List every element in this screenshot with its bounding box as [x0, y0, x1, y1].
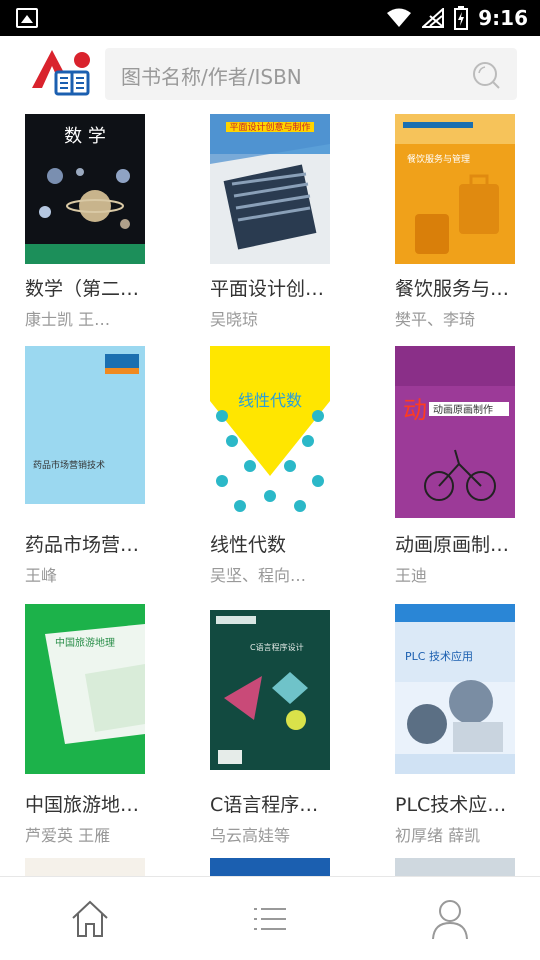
user-icon[interactable]	[430, 897, 470, 941]
book-cover[interactable]: 中国旅游地理	[25, 604, 145, 774]
book-title[interactable]: 数学（第二…	[25, 274, 139, 301]
book-author: 吴坚、程向…	[210, 566, 307, 585]
nav-home[interactable]	[68, 895, 112, 943]
book-card[interactable]	[395, 858, 540, 876]
book-cover[interactable]: 动 动画原画制作	[395, 346, 515, 518]
book-cover[interactable]: PLC 技术应用	[395, 604, 515, 774]
bottom-navigation	[0, 876, 540, 960]
book-title[interactable]: C语言程序…	[210, 790, 318, 817]
book-card[interactable]: PLC 技术应用 PLC技术应… 初厚绪 薛凯	[395, 604, 540, 845]
book-cover[interactable]: 线性代数	[210, 346, 330, 521]
book-author: 樊平、李琦	[395, 310, 476, 329]
header: 图书名称/作者/ISBN	[0, 36, 540, 112]
list-icon[interactable]	[252, 905, 288, 933]
book-title[interactable]: 平面设计创…	[210, 274, 324, 301]
home-icon[interactable]	[70, 898, 110, 940]
svg-text:药品市场营销技术: 药品市场营销技术	[33, 459, 105, 471]
search-icon[interactable]	[471, 60, 501, 90]
book-cover[interactable]: 平面设计创意与制作	[210, 114, 330, 264]
book-author: 芦爱英 王雁	[25, 826, 111, 845]
svg-text:餐饮服务与管理: 餐饮服务与管理	[407, 153, 470, 165]
book-card[interactable]: 药品市场营销技术 药品市场营… 王峰	[25, 346, 195, 586]
book-card[interactable]: 平面设计创意与制作 平面设计创… 吴晓琼	[210, 112, 380, 332]
no-signal-icon	[422, 8, 445, 28]
svg-text:平面设计创意与制作: 平面设计创意与制作	[229, 121, 310, 133]
status-bar: 9:16	[0, 0, 540, 36]
book-cover[interactable]: 药品市场营销技术	[25, 346, 145, 511]
nav-profile[interactable]	[428, 895, 472, 943]
book-card[interactable]: C语言程序设计 C语言程序… 乌云高娃等	[210, 604, 380, 845]
svg-text:PLC 技术应用: PLC 技术应用	[405, 649, 473, 663]
book-card[interactable]: 数 学 数学（第二… 康士凯 王…	[25, 112, 195, 332]
book-card[interactable]: 餐饮服务与管理 餐饮服务与… 樊平、李琦	[395, 112, 540, 332]
book-author: 王峰	[25, 566, 58, 585]
search-input[interactable]: 图书名称/作者/ISBN	[121, 61, 302, 90]
book-author: 吴晓琼	[210, 310, 259, 329]
book-title[interactable]: PLC技术应…	[395, 790, 506, 817]
svg-text:动: 动	[403, 396, 427, 424]
nav-catalog[interactable]	[248, 895, 292, 943]
book-card[interactable]	[210, 858, 380, 876]
search-bar[interactable]: 图书名称/作者/ISBN	[105, 48, 517, 100]
image-notification-icon	[16, 8, 38, 28]
book-title[interactable]: 动画原画制…	[395, 530, 509, 557]
svg-text:C语言程序设计: C语言程序设计	[250, 642, 304, 652]
book-card[interactable]	[25, 858, 195, 876]
status-time: 9:16	[478, 6, 528, 30]
book-card[interactable]: 动 动画原画制作 动画原画制… 王迪	[395, 346, 540, 586]
app-root: 9:16 图书名称/作者/ISBN 数 学 数学（第二… 康士凯 王… 平面设计…	[0, 0, 540, 960]
book-author: 王迪	[395, 566, 428, 585]
book-title[interactable]: 药品市场营…	[25, 530, 139, 557]
svg-text:动画原画制作: 动画原画制作	[433, 403, 493, 416]
svg-text:中国旅游地理: 中国旅游地理	[55, 636, 115, 649]
book-grid: 数 学 数学（第二… 康士凯 王… 平面设计创意与制作 平面设计创… 吴晓琼 餐…	[0, 112, 540, 876]
book-author: 乌云高娃等	[210, 826, 291, 845]
book-author: 初厚绪 薛凯	[395, 826, 481, 845]
wifi-icon	[387, 8, 412, 27]
book-cover[interactable]	[210, 858, 330, 876]
book-cover[interactable]: 餐饮服务与管理	[395, 114, 515, 264]
book-author: 康士凯 王…	[25, 310, 111, 329]
book-cover[interactable]	[25, 858, 145, 876]
book-title[interactable]: 餐饮服务与…	[395, 274, 509, 301]
svg-text:数 学: 数 学	[64, 126, 106, 147]
book-cover[interactable]: C语言程序设计	[210, 610, 330, 770]
book-title[interactable]: 中国旅游地…	[25, 790, 139, 817]
status-icons: 9:16	[386, 5, 528, 31]
book-card[interactable]: 中国旅游地理 中国旅游地… 芦爱英 王雁	[25, 604, 195, 845]
battery-charging-icon	[454, 6, 469, 30]
book-title[interactable]: 线性代数	[210, 530, 286, 557]
app-logo	[32, 50, 90, 96]
book-cover[interactable]	[395, 858, 515, 876]
svg-text:线性代数: 线性代数	[238, 391, 302, 410]
book-cover[interactable]: 数 学	[25, 114, 145, 264]
book-card[interactable]: 线性代数 线性代数 吴坚、程向…	[210, 346, 380, 586]
